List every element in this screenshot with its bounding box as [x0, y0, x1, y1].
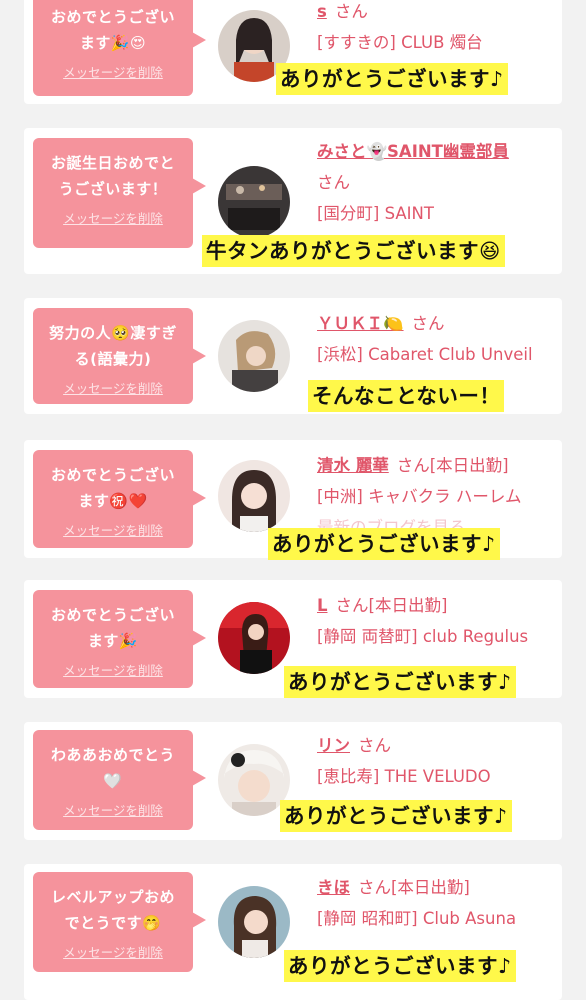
message-text: わああおめでとう 🤍: [50, 746, 175, 790]
honorific: さん: [334, 2, 368, 21]
shop-info: [静岡 両替町] club Regulus: [317, 627, 529, 646]
delete-message-link[interactable]: メッセージを削除: [63, 378, 163, 397]
message-bubble: おめでとうござい ます㊗️❤️ メッセージを削除: [33, 450, 206, 548]
message-card: わああおめでとう 🤍 メッセージを削除 リン さん [恵比寿] THE VELUD…: [24, 722, 562, 840]
shop-info: [中洲] キャバクラ ハーレム: [317, 487, 522, 506]
cast-info: きほ さん[本日出勤] [静岡 昭和町] Club Asuna: [317, 872, 558, 934]
delete-message-link[interactable]: メッセージを削除: [63, 660, 163, 679]
honorific: さん: [358, 736, 391, 755]
avatar[interactable]: [218, 886, 290, 958]
message-card: お誕生日おめでと うございます！ メッセージを削除 みさと👻SAINT幽霊部員 …: [24, 128, 562, 274]
message-text: お誕生日おめでと うございます！: [50, 154, 175, 198]
cast-name-link[interactable]: リン: [317, 736, 350, 755]
cast-name-link[interactable]: 清水 麗華: [317, 456, 389, 475]
reply-highlight: ありがとうございます♪: [280, 800, 512, 832]
avatar[interactable]: [218, 602, 290, 674]
shop-info: [浜松] Cabaret Club Unveil: [317, 345, 533, 364]
message-card: レベルアップおめ でとうです🤭 メッセージを削除 きほ さん[本日出勤] [静岡 …: [24, 864, 562, 1000]
message-text: おめでとうござい ます🎉😍: [50, 8, 175, 52]
cast-name-link[interactable]: L: [317, 596, 328, 615]
honorific: さん[本日出勤]: [396, 456, 509, 475]
cast-name-link[interactable]: s: [317, 2, 327, 21]
cast-info: リン さん [恵比寿] THE VELUDO: [317, 730, 558, 792]
reply-highlight: ありがとうございます♪: [276, 63, 508, 95]
delete-message-link[interactable]: メッセージを削除: [63, 520, 163, 539]
message-text: おめでとうござい ます㊗️❤️: [50, 466, 175, 510]
honorific: さん: [317, 173, 350, 192]
message-bubble: わああおめでとう 🤍 メッセージを削除: [33, 730, 206, 830]
message-bubble: レベルアップおめ でとうです🤭 メッセージを削除: [33, 872, 206, 972]
avatar[interactable]: [218, 320, 290, 392]
reply-highlight: そんなことないー！: [308, 380, 505, 412]
delete-message-link[interactable]: メッセージを削除: [63, 208, 163, 227]
cast-info: ＹＵＫＩ🍋 さん [浜松] Cabaret Club Unveil: [317, 308, 558, 370]
avatar[interactable]: [218, 460, 290, 532]
reply-highlight: ありがとうございます♪: [284, 666, 516, 698]
reply-highlight: 牛タンありがとうございます😆: [202, 235, 505, 267]
message-card: 努力の人🥺凄すぎ る(語彙力) メッセージを削除 ＹＵＫＩ🍋 さん [浜松] Ca…: [24, 298, 562, 414]
message-card: おめでとうござい ます🎉 メッセージを削除 L さん[本日出勤] [静岡 両替町]…: [24, 580, 562, 698]
message-text: おめでとうござい ます🎉: [50, 606, 175, 650]
delete-message-link[interactable]: メッセージを削除: [63, 942, 163, 961]
shop-info: [国分町] SAINT: [317, 204, 434, 223]
message-bubble: おめでとうござい ます🎉😍 メッセージを削除: [33, 0, 206, 96]
message-card: おめでとうござい ます🎉😍 メッセージを削除 s さん [すすきの] CLUB 燭…: [24, 0, 562, 104]
shop-info: [すすきの] CLUB 燭台: [317, 33, 483, 52]
message-card: おめでとうござい ます㊗️❤️ メッセージを削除 清水 麗華 さん[本日出勤] […: [24, 440, 562, 560]
avatar[interactable]: [218, 166, 290, 238]
message-bubble: おめでとうござい ます🎉 メッセージを削除: [33, 590, 206, 688]
cast-name-link[interactable]: みさと👻SAINT幽霊部員: [317, 142, 509, 161]
message-text: レベルアップおめ でとうです🤭: [50, 888, 175, 932]
cast-info: L さん[本日出勤] [静岡 両替町] club Regulus: [317, 590, 558, 652]
reply-highlight: ありがとうございます♪: [284, 950, 516, 982]
cast-name-link[interactable]: きほ: [317, 878, 350, 897]
shop-info: [静岡 昭和町] Club Asuna: [317, 909, 517, 928]
shop-info: [恵比寿] THE VELUDO: [317, 767, 491, 786]
delete-message-link[interactable]: メッセージを削除: [63, 62, 163, 81]
cast-name-link[interactable]: ＹＵＫＩ🍋: [317, 314, 404, 333]
cast-info: s さん [すすきの] CLUB 燭台: [317, 0, 558, 58]
reply-highlight: ありがとうございます♪: [268, 528, 500, 560]
delete-message-link[interactable]: メッセージを削除: [63, 800, 163, 819]
message-bubble: お誕生日おめでと うございます！ メッセージを削除: [33, 138, 206, 248]
cast-info: みさと👻SAINT幽霊部員 さん [国分町] SAINT: [317, 136, 558, 229]
message-text: 努力の人🥺凄すぎ る(語彙力): [49, 324, 177, 368]
honorific: さん: [411, 314, 445, 333]
honorific: さん[本日出勤]: [358, 878, 470, 897]
message-bubble: 努力の人🥺凄すぎ る(語彙力) メッセージを削除: [33, 308, 206, 404]
honorific: さん[本日出勤]: [335, 596, 448, 615]
